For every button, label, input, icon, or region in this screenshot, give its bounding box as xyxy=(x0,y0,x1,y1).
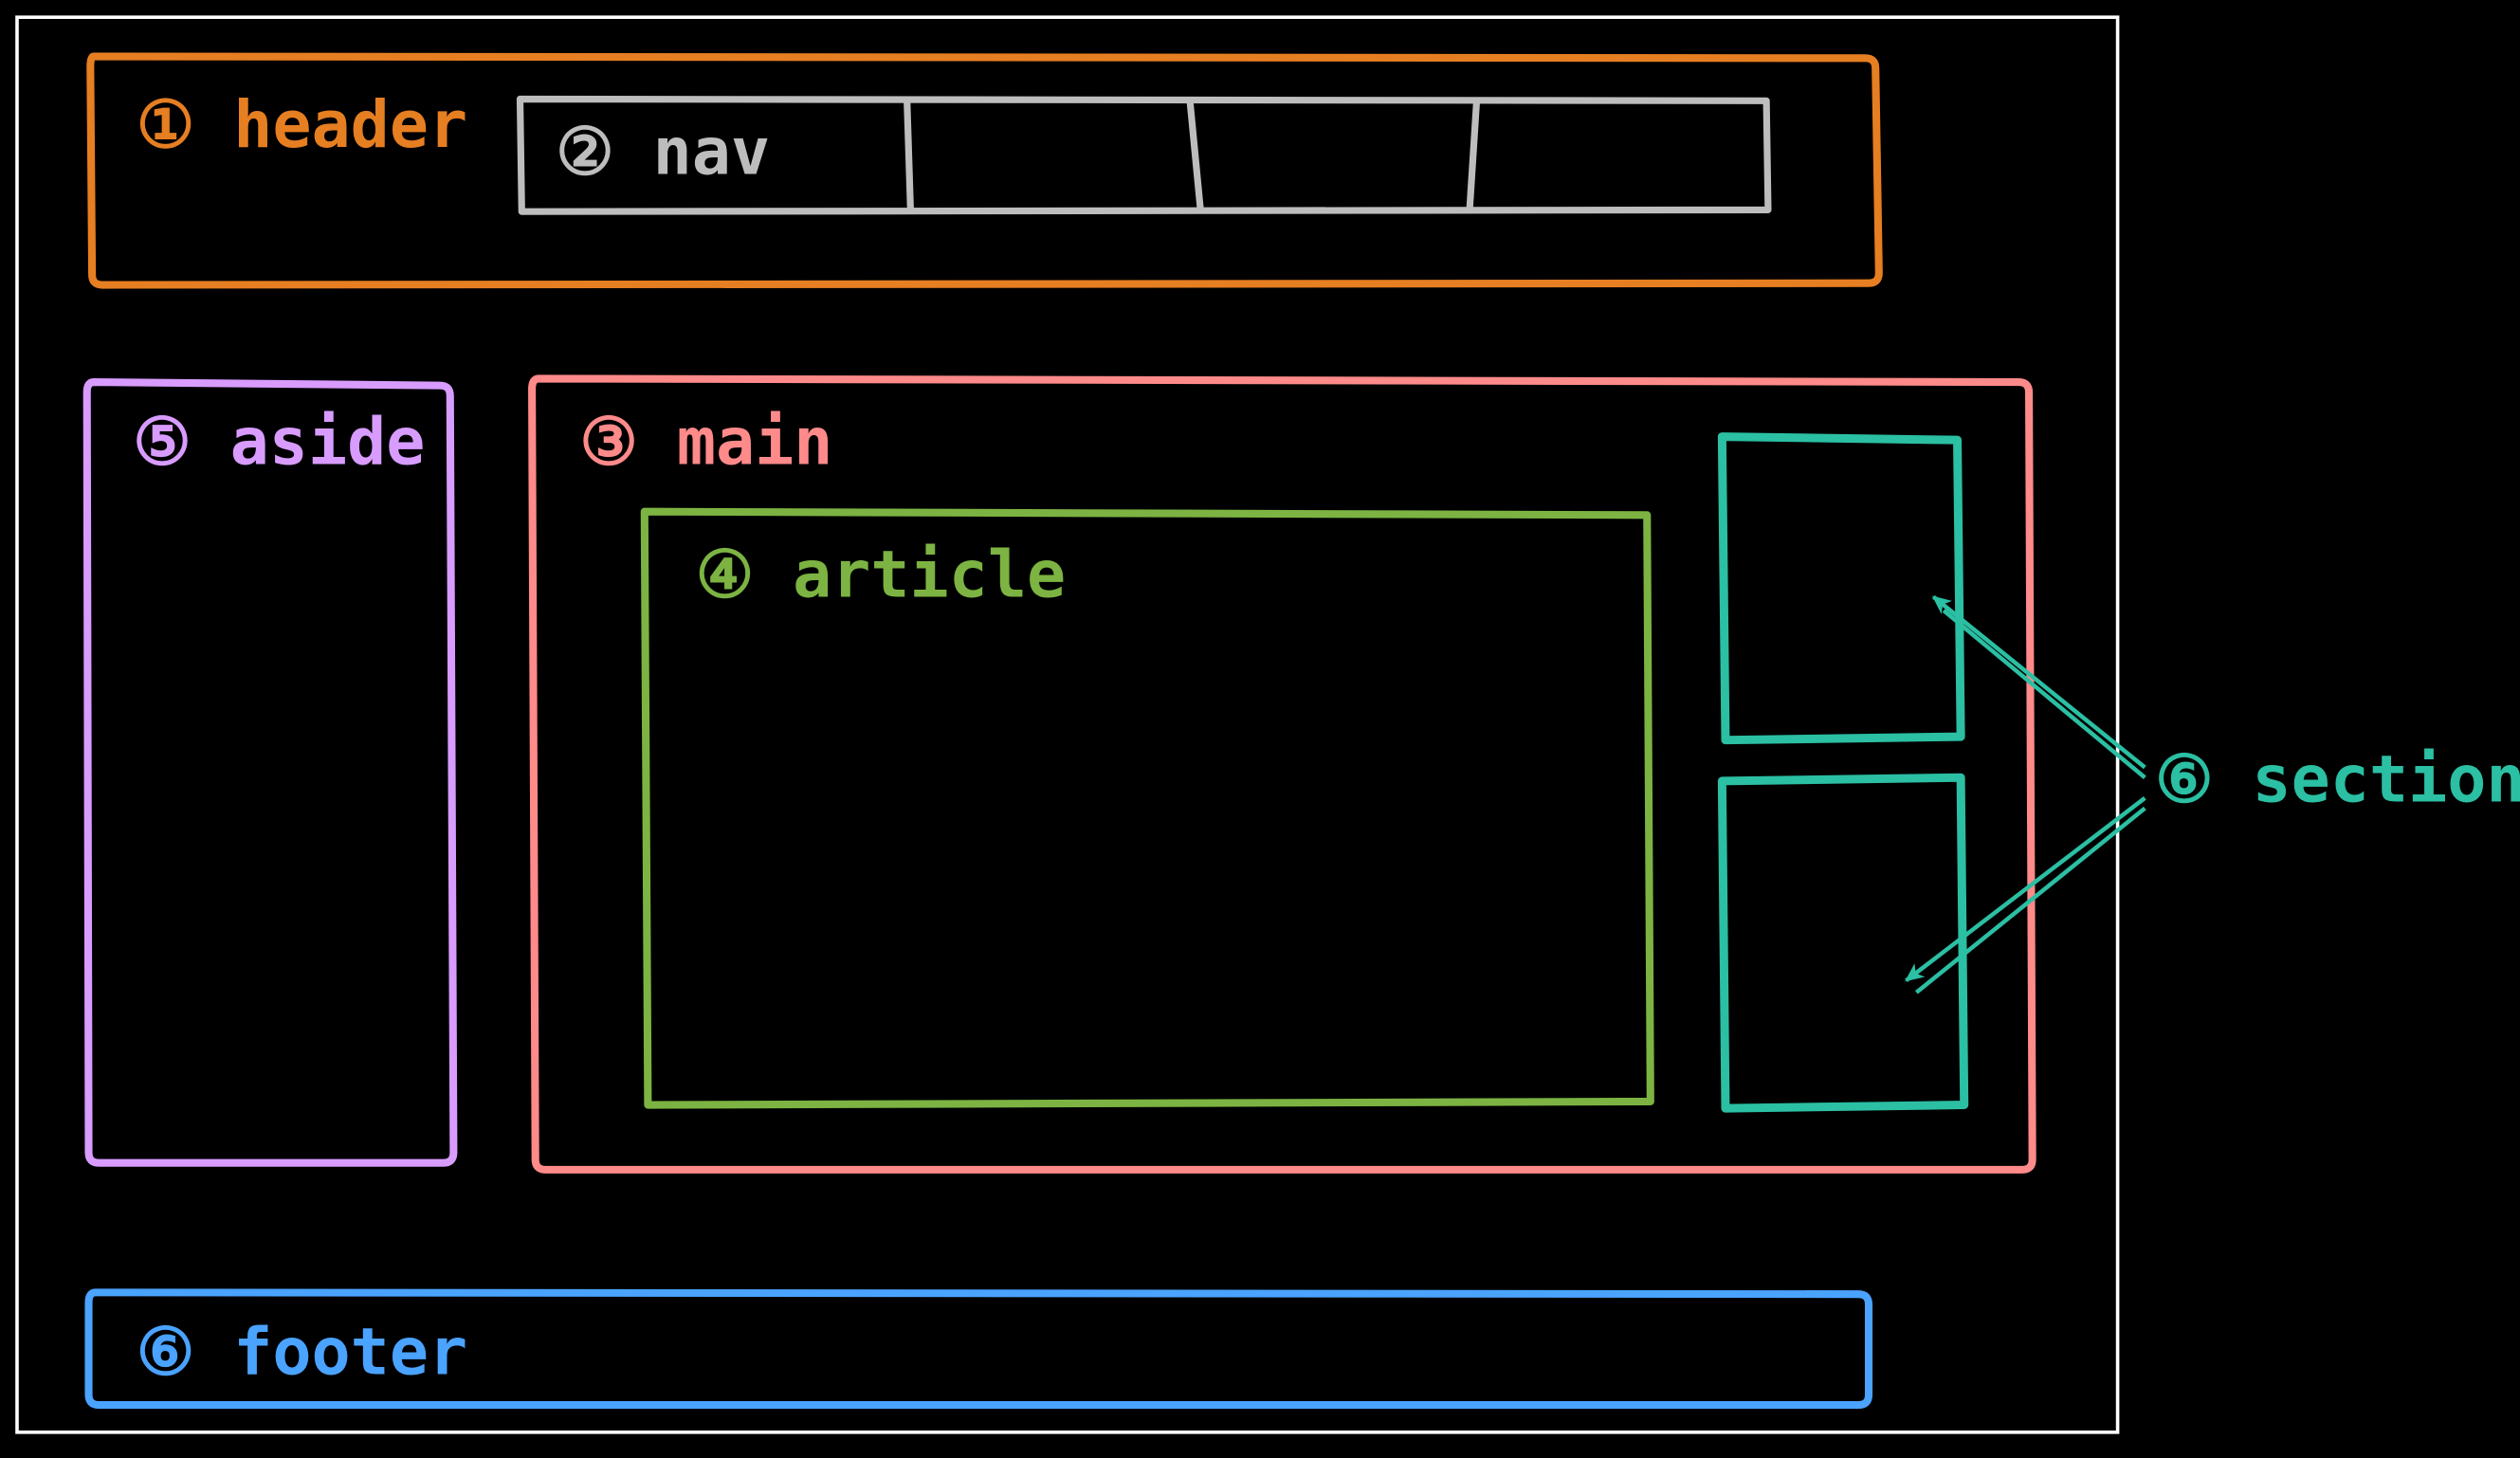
page-frame xyxy=(17,17,2118,1432)
nav-divider-3 xyxy=(1470,102,1476,208)
section-num: ⑥ xyxy=(2155,742,2213,817)
footer-label: ⑥ footer xyxy=(137,1316,467,1391)
html5-layout-diagram: ① header ② nav ⑤ aside ③ main xyxy=(0,0,2520,1458)
main-name: main xyxy=(677,405,833,480)
region-footer: ⑥ footer xyxy=(89,1292,1870,1405)
article-num: ④ xyxy=(696,538,754,613)
section-callout: ⑥ section xyxy=(1907,597,2520,993)
main-box xyxy=(532,378,2033,1169)
region-article: ④ article xyxy=(645,512,1651,1105)
aside-num: ⑤ xyxy=(133,405,191,480)
section-box-1 xyxy=(1722,437,1961,740)
section-box-2 xyxy=(1722,777,1963,1108)
aside-label: ⑤ aside xyxy=(133,405,425,480)
region-section-bottom xyxy=(1722,777,1963,1108)
article-name: article xyxy=(793,538,1066,613)
section-arrow-bottom xyxy=(1907,798,2146,993)
header-label: ① header xyxy=(137,88,467,163)
main-label: ③ main xyxy=(579,405,832,480)
article-label: ④ article xyxy=(696,538,1066,613)
region-nav: ② nav xyxy=(520,100,1768,212)
main-num: ③ xyxy=(579,405,637,480)
nav-num: ② xyxy=(556,116,613,191)
region-aside: ⑤ aside xyxy=(87,382,454,1163)
nav-divider-1 xyxy=(907,102,911,208)
header-name: header xyxy=(233,88,467,163)
section-name: section xyxy=(2253,742,2520,817)
nav-divider-2 xyxy=(1190,102,1200,208)
section-label: ⑥ section xyxy=(2155,742,2520,817)
footer-num: ⑥ xyxy=(137,1316,194,1391)
region-header: ① header xyxy=(90,57,1878,285)
footer-name: footer xyxy=(233,1316,467,1391)
region-main: ③ main xyxy=(532,378,2033,1169)
region-section-top xyxy=(1722,437,1961,740)
header-num: ① xyxy=(137,88,194,163)
nav-label: ② nav xyxy=(556,116,770,191)
nav-name: nav xyxy=(653,116,770,191)
aside-name: aside xyxy=(230,405,426,480)
aside-box xyxy=(87,382,454,1163)
section-arrow-top xyxy=(1933,597,2145,778)
